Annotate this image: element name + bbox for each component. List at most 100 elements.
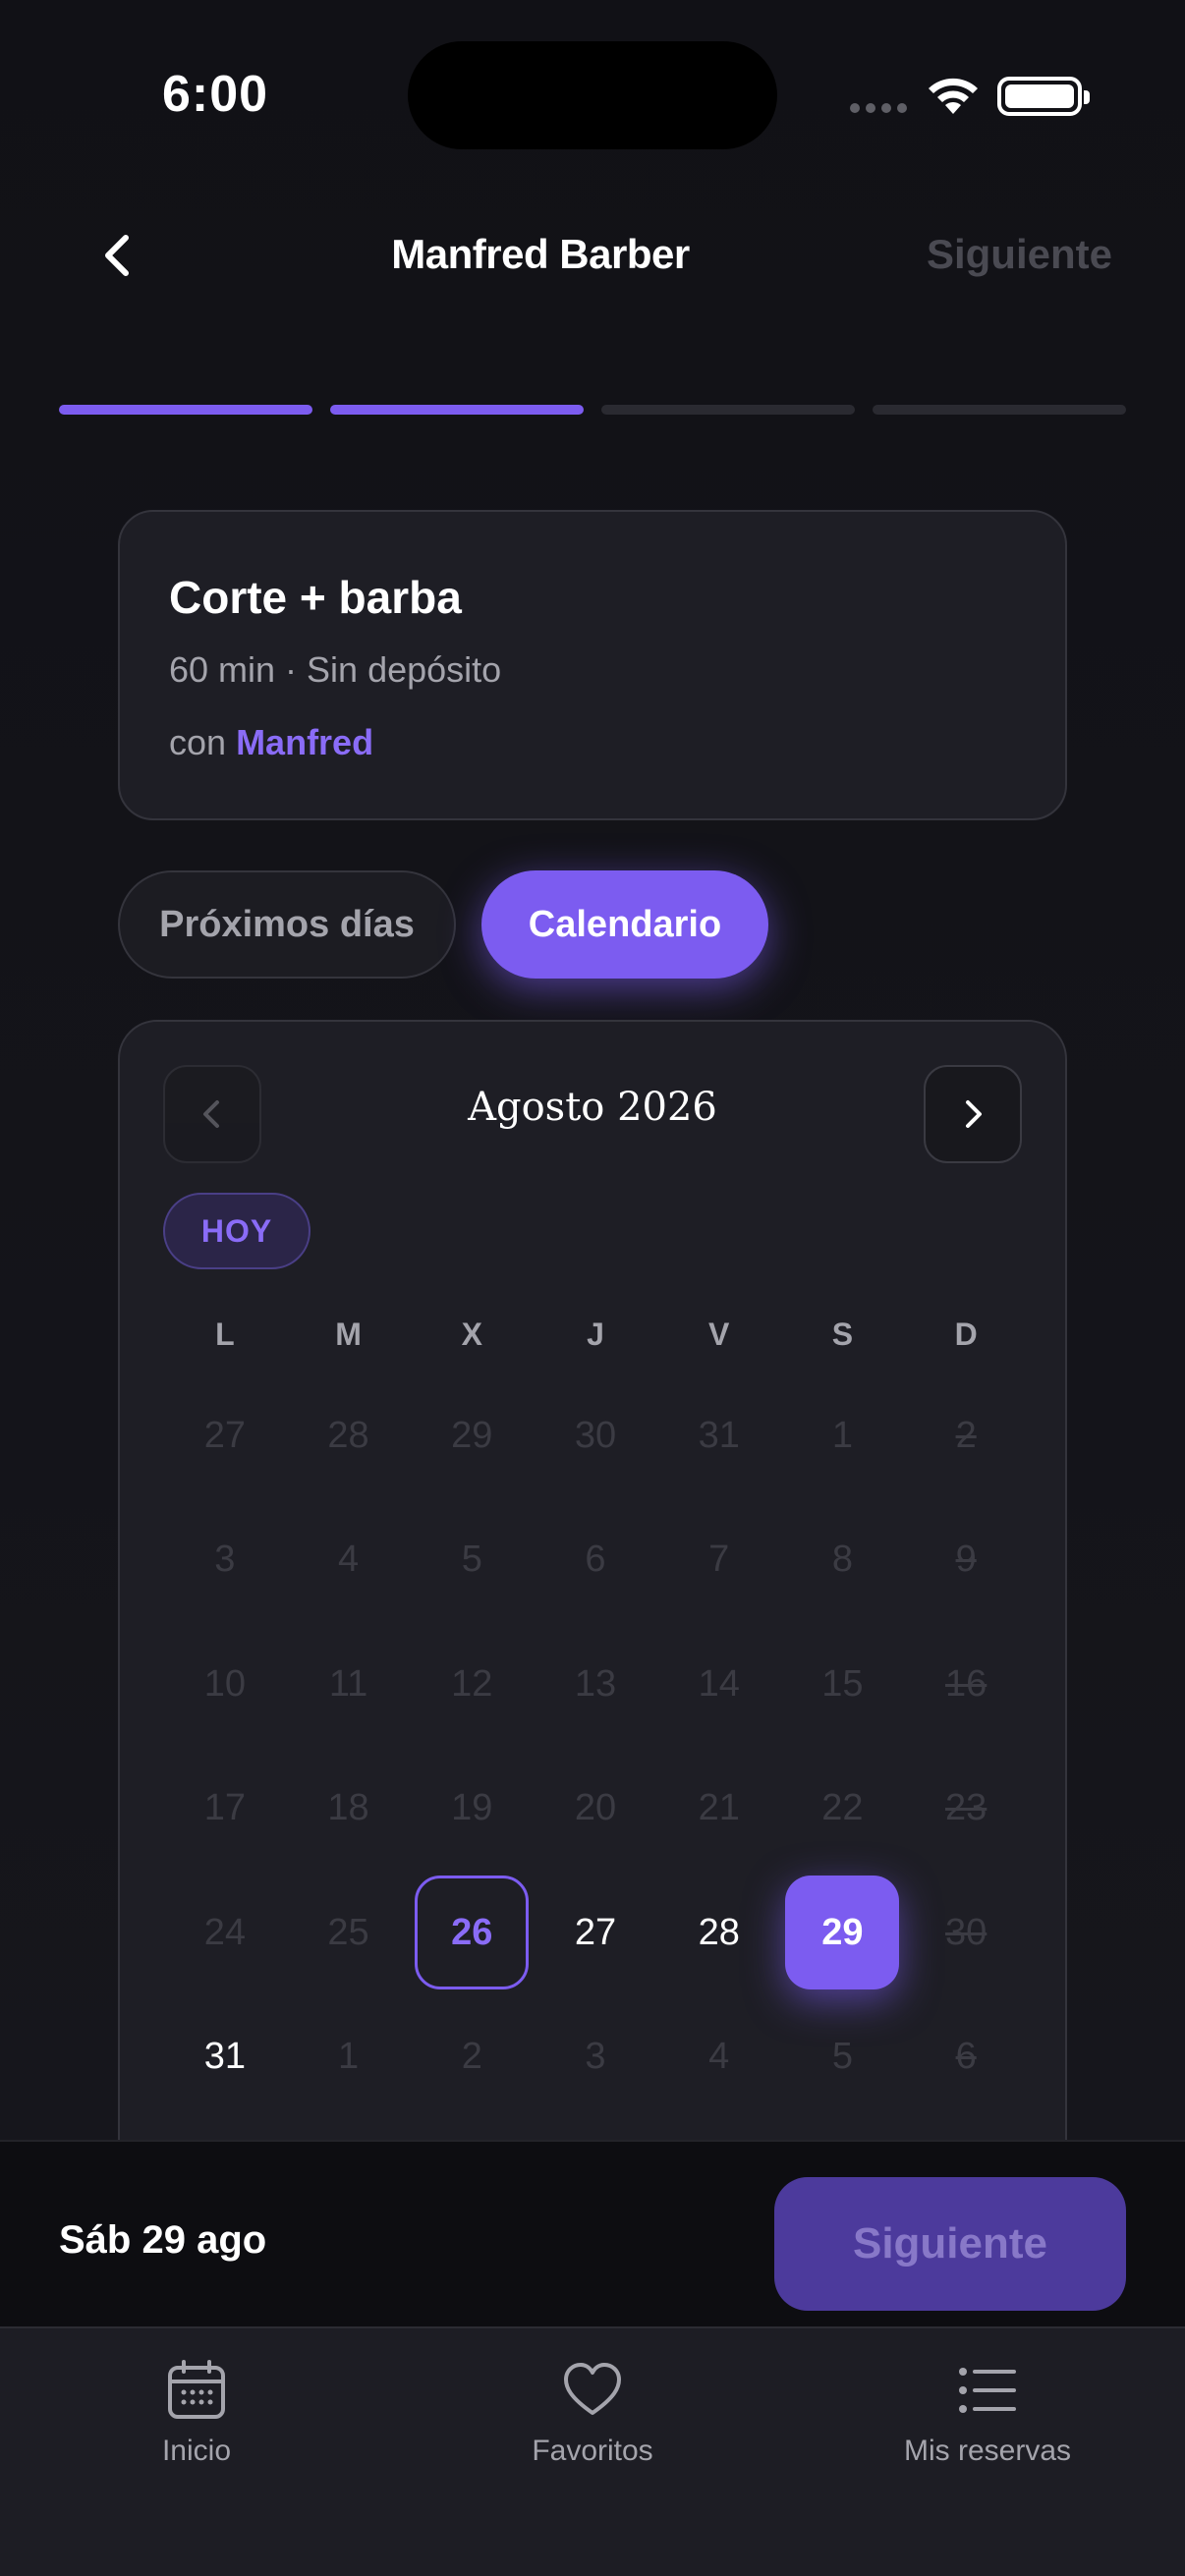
calendar-icon — [168, 2360, 225, 2419]
day-number: 10 — [203, 1662, 246, 1705]
day-number: 6 — [585, 1539, 606, 1581]
tab-mis-reservas[interactable]: Mis reservas — [840, 2358, 1135, 2468]
calendar-day: 15 — [781, 1622, 905, 1747]
tab-label: Inicio — [161, 2435, 232, 2467]
calendar-day: 6 — [534, 1498, 657, 1623]
booking-action-bar: Sáb 29 ago Siguiente — [0, 2140, 1185, 2328]
calendar-day: 11 — [287, 1622, 411, 1747]
calendar-day-selected[interactable]: 29 — [781, 1871, 905, 1995]
day-number: 18 — [327, 1787, 369, 1829]
calendar-day: 25 — [287, 1871, 411, 1995]
day-number: 11 — [328, 1662, 368, 1705]
calendar-day: 2 — [904, 1373, 1028, 1498]
calendar-day: 1 — [781, 1373, 905, 1498]
day-number: 2 — [461, 2036, 482, 2078]
calendar-day: 8 — [781, 1498, 905, 1623]
calendar-day: 22 — [781, 1747, 905, 1872]
battery-icon — [997, 77, 1090, 116]
day-number: 16 — [945, 1662, 988, 1705]
weekday-label: M — [335, 1316, 362, 1352]
calendar-day[interactable]: 28 — [657, 1871, 781, 1995]
calendar-day: 10 — [163, 1622, 287, 1747]
calendar-day[interactable]: 31 — [163, 1995, 287, 2120]
tab-inicio[interactable]: Inicio — [49, 2358, 344, 2468]
progress-step — [59, 405, 312, 415]
calendar-day: 16 — [904, 1622, 1028, 1747]
calendar-day: 17 — [163, 1747, 287, 1872]
day-number: 28 — [698, 1911, 740, 1953]
day-number: 29 — [451, 1414, 493, 1456]
weekday-header: LMXJVSD — [163, 1316, 1028, 1353]
calendar-day: 29 — [410, 1373, 534, 1498]
next-button[interactable]: Siguiente — [774, 2177, 1126, 2311]
page-title: Manfred Barber — [391, 231, 690, 277]
progress-step — [601, 405, 855, 415]
next-month-button[interactable] — [924, 1065, 1022, 1163]
today-button[interactable]: HOY — [163, 1193, 310, 1269]
day-number: 4 — [337, 1539, 360, 1581]
day-number: 3 — [585, 2036, 606, 2078]
calendar-day: 18 — [287, 1747, 411, 1872]
calendar-day: 23 — [904, 1747, 1028, 1872]
service-summary-card: Corte + barba 60 min · Sin depósito con … — [118, 510, 1067, 820]
day-number: 20 — [574, 1787, 617, 1829]
calendar-grid: 27 28 29 30 31 1 2 3 4 5 6 7 8 9 10 11 12 13 14 15 16 17 18 19 2… — [163, 1373, 1028, 2119]
calendar-day: 5 — [410, 1498, 534, 1623]
back-chevron-icon[interactable] — [88, 226, 147, 285]
calendar-toggle[interactable]: Calendario — [481, 870, 768, 979]
status-time: 6:00 — [162, 66, 269, 123]
calendar-day: 20 — [534, 1747, 657, 1872]
calendar-day: 21 — [657, 1747, 781, 1872]
calendar-day: 3 — [534, 1995, 657, 2120]
day-number: 29 — [785, 1876, 900, 1990]
calendar-day[interactable]: 27 — [534, 1871, 657, 1995]
calendar-day: 30 — [534, 1373, 657, 1498]
day-number: 7 — [708, 1539, 730, 1581]
day-number: 3 — [214, 1539, 236, 1581]
heart-icon — [564, 2363, 621, 2415]
day-number: 28 — [327, 1414, 369, 1456]
barber-name[interactable]: Manfred — [236, 722, 373, 762]
dynamic-island — [408, 41, 777, 149]
tab-label: Favoritos — [532, 2435, 653, 2467]
weekday-label: V — [708, 1316, 730, 1352]
day-number: 23 — [945, 1787, 988, 1829]
chevron-right-icon — [966, 1100, 982, 1128]
tab-favoritos[interactable]: Favoritos — [445, 2358, 740, 2468]
booking-screen: 6:00 Manfred Barber Siguiente Corte + ba… — [0, 0, 1185, 2576]
calendar-day: 7 — [657, 1498, 781, 1623]
day-number: 2 — [955, 1414, 977, 1456]
weekday-label: J — [587, 1316, 604, 1352]
calendar-day: 1 — [287, 1995, 411, 2120]
step-progress — [59, 405, 1126, 415]
progress-step — [873, 405, 1126, 415]
calendar-day: 24 — [163, 1871, 287, 1995]
day-number: 31 — [203, 2036, 246, 2078]
cellular-signal-icon — [850, 103, 909, 115]
calendar-day: 4 — [657, 1995, 781, 2120]
list-icon — [959, 2368, 1016, 2413]
day-number: 21 — [698, 1787, 740, 1829]
header-next-button[interactable]: Siguiente — [927, 231, 1112, 278]
calendar-day-today[interactable]: 26 — [410, 1871, 534, 1995]
calendar-day: 5 — [781, 1995, 905, 2120]
day-number: 19 — [451, 1787, 493, 1829]
day-number: 1 — [831, 1414, 853, 1456]
day-number: 30 — [945, 1911, 988, 1953]
upcoming-days-toggle[interactable]: Próximos días — [118, 870, 456, 979]
day-number: 5 — [831, 2036, 853, 2078]
service-meta: 60 min · Sin depósito — [169, 649, 502, 690]
calendar-day: 19 — [410, 1747, 534, 1872]
day-number: 24 — [203, 1911, 246, 1953]
wifi-icon — [929, 78, 978, 114]
tab-label: Mis reservas — [903, 2435, 1072, 2467]
calendar-day: 3 — [163, 1498, 287, 1623]
service-name: Corte + barba — [169, 572, 462, 623]
day-number: 17 — [203, 1787, 246, 1829]
day-number: 26 — [415, 1876, 530, 1990]
day-number: 6 — [955, 2036, 977, 2078]
day-number: 8 — [831, 1539, 853, 1581]
day-number: 9 — [955, 1539, 977, 1581]
calendar-card: Agosto 2026 HOY LMXJVSD 27 28 29 30 31 1 2 3 4 5 6… — [118, 1020, 1067, 2199]
weekday-label: S — [831, 1316, 854, 1352]
